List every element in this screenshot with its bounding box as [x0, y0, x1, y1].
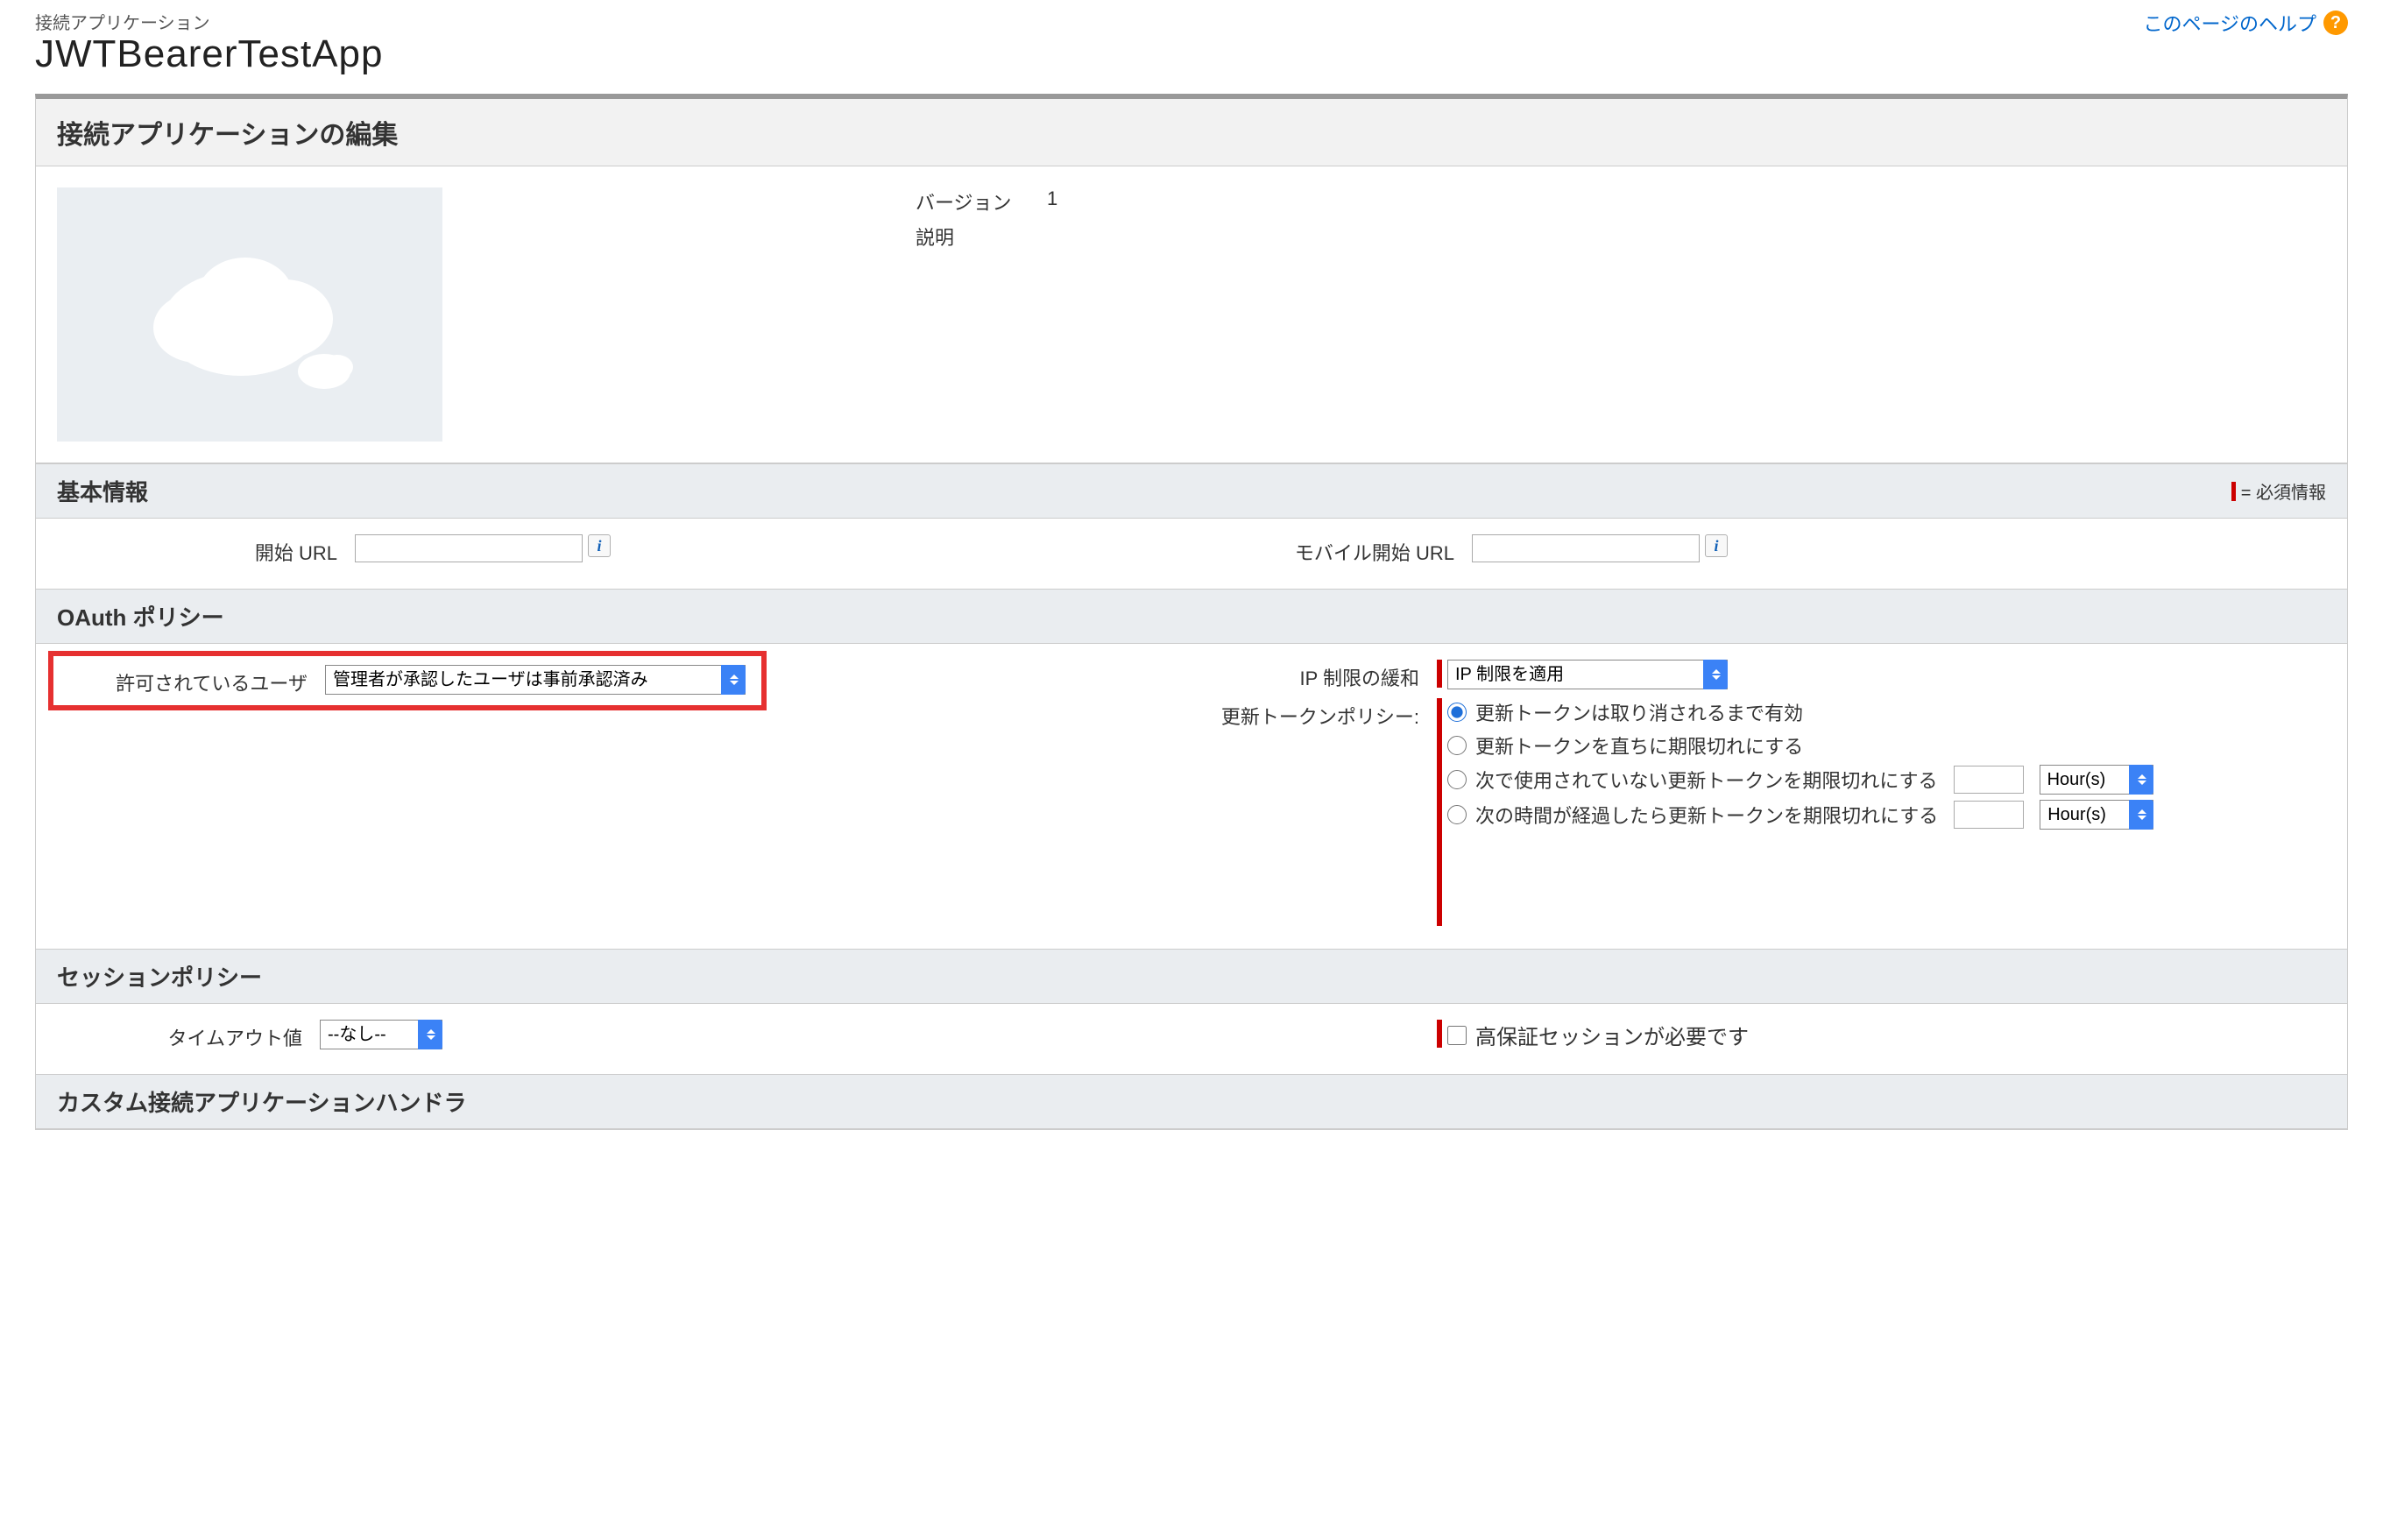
info-icon[interactable]: i — [1705, 534, 1728, 557]
session-policies-title: セッションポリシー — [57, 960, 262, 993]
section-header-oauth-policies: OAuth ポリシー — [36, 589, 2347, 644]
app-title: JWTBearerTestApp — [35, 32, 383, 76]
permitted-users-label: 許可されているユーザ — [62, 665, 325, 696]
help-link[interactable]: このページのヘルプ ? — [2143, 9, 2348, 37]
version-value: 1 — [1047, 187, 1057, 215]
refresh-token-radio-2[interactable] — [1447, 736, 1467, 755]
permitted-users-select[interactable]: 管理者が承認したユーザは事前承認済み — [325, 665, 746, 695]
panel-title: 接続アプリケーションの編集 — [36, 99, 2347, 166]
ip-relaxation-label: IP 制限の緩和 — [1209, 660, 1437, 691]
help-icon: ? — [2323, 11, 2348, 35]
timeout-label: タイムアウト値 — [57, 1020, 320, 1051]
refresh-token-expire-unit-select[interactable]: Hour(s) — [2040, 800, 2153, 830]
refresh-token-option-2[interactable]: 更新トークンを直ちに期限切れにする — [1447, 731, 1803, 759]
refresh-token-option-3[interactable]: 次で使用されていない更新トークンを期限切れにする Hour(s) — [1447, 765, 2153, 795]
help-link-text: このページのヘルプ — [2143, 9, 2316, 37]
high-assurance-label-text: 高保証セッションが必要です — [1475, 1020, 1749, 1050]
mobile-start-url-input[interactable] — [1472, 534, 1700, 562]
refresh-token-option-4[interactable]: 次の時間が経過したら更新トークンを期限切れにする Hour(s) — [1447, 800, 2153, 830]
info-icon[interactable]: i — [588, 534, 611, 557]
required-indicator-icon — [1437, 1020, 1442, 1048]
section-header-basic-info: 基本情報 = 必須情報 — [36, 463, 2347, 519]
refresh-token-policy-label: 更新トークンポリシー: — [1209, 698, 1437, 730]
refresh-token-radio-1[interactable] — [1447, 703, 1467, 722]
refresh-token-option-3-label: 次で使用されていない更新トークンを期限切れにする — [1475, 766, 1938, 794]
refresh-token-expire-value-input[interactable] — [1954, 801, 2024, 829]
required-indicator-icon — [2231, 482, 2236, 501]
ip-relaxation-select[interactable]: IP 制限を適用 — [1447, 660, 1728, 689]
oauth-policies-title: OAuth ポリシー — [57, 600, 224, 632]
section-header-custom-handler: カスタム接続アプリケーションハンドラ — [36, 1074, 2347, 1129]
main-panel: 接続アプリケーションの編集 バージョン 1 説明 — [35, 94, 2348, 1130]
refresh-token-option-1[interactable]: 更新トークンは取り消されるまで有効 — [1447, 698, 1803, 726]
high-assurance-checkbox[interactable] — [1447, 1026, 1467, 1045]
mobile-start-url-label: モバイル開始 URL — [1209, 534, 1472, 566]
required-indicator-icon — [1437, 698, 1442, 926]
cloud-icon — [118, 227, 381, 402]
start-url-label: 開始 URL — [57, 534, 355, 566]
app-logo-placeholder — [57, 187, 442, 442]
timeout-select[interactable]: --なし-- — [320, 1020, 442, 1049]
section-header-session-policies: セッションポリシー — [36, 949, 2347, 1004]
refresh-token-radio-4[interactable] — [1447, 805, 1467, 824]
refresh-token-idle-value-input[interactable] — [1954, 766, 2024, 794]
version-label: バージョン — [916, 187, 1047, 215]
basic-info-title: 基本情報 — [57, 475, 148, 507]
custom-handler-title: カスタム接続アプリケーションハンドラ — [57, 1085, 466, 1118]
refresh-token-radio-3[interactable] — [1447, 770, 1467, 789]
refresh-token-option-1-label: 更新トークンは取り消されるまで有効 — [1475, 698, 1803, 726]
refresh-token-option-4-label: 次の時間が経過したら更新トークンを期限切れにする — [1475, 801, 1938, 829]
required-legend: = 必須情報 — [2231, 478, 2326, 504]
refresh-token-idle-unit-select[interactable]: Hour(s) — [2040, 765, 2153, 795]
high-assurance-spacer — [1209, 1020, 1437, 1023]
required-indicator-icon — [1437, 660, 1442, 688]
permitted-users-highlight: 許可されているユーザ 管理者が承認したユーザは事前承認済み — [48, 651, 767, 710]
required-legend-text: = 必須情報 — [2241, 478, 2326, 504]
refresh-token-option-2-label: 更新トークンを直ちに期限切れにする — [1475, 731, 1803, 759]
start-url-input[interactable] — [355, 534, 583, 562]
description-label: 説明 — [916, 223, 1047, 251]
high-assurance-checkbox-label[interactable]: 高保証セッションが必要です — [1447, 1020, 1749, 1050]
breadcrumb: 接続アプリケーション — [35, 9, 383, 34]
